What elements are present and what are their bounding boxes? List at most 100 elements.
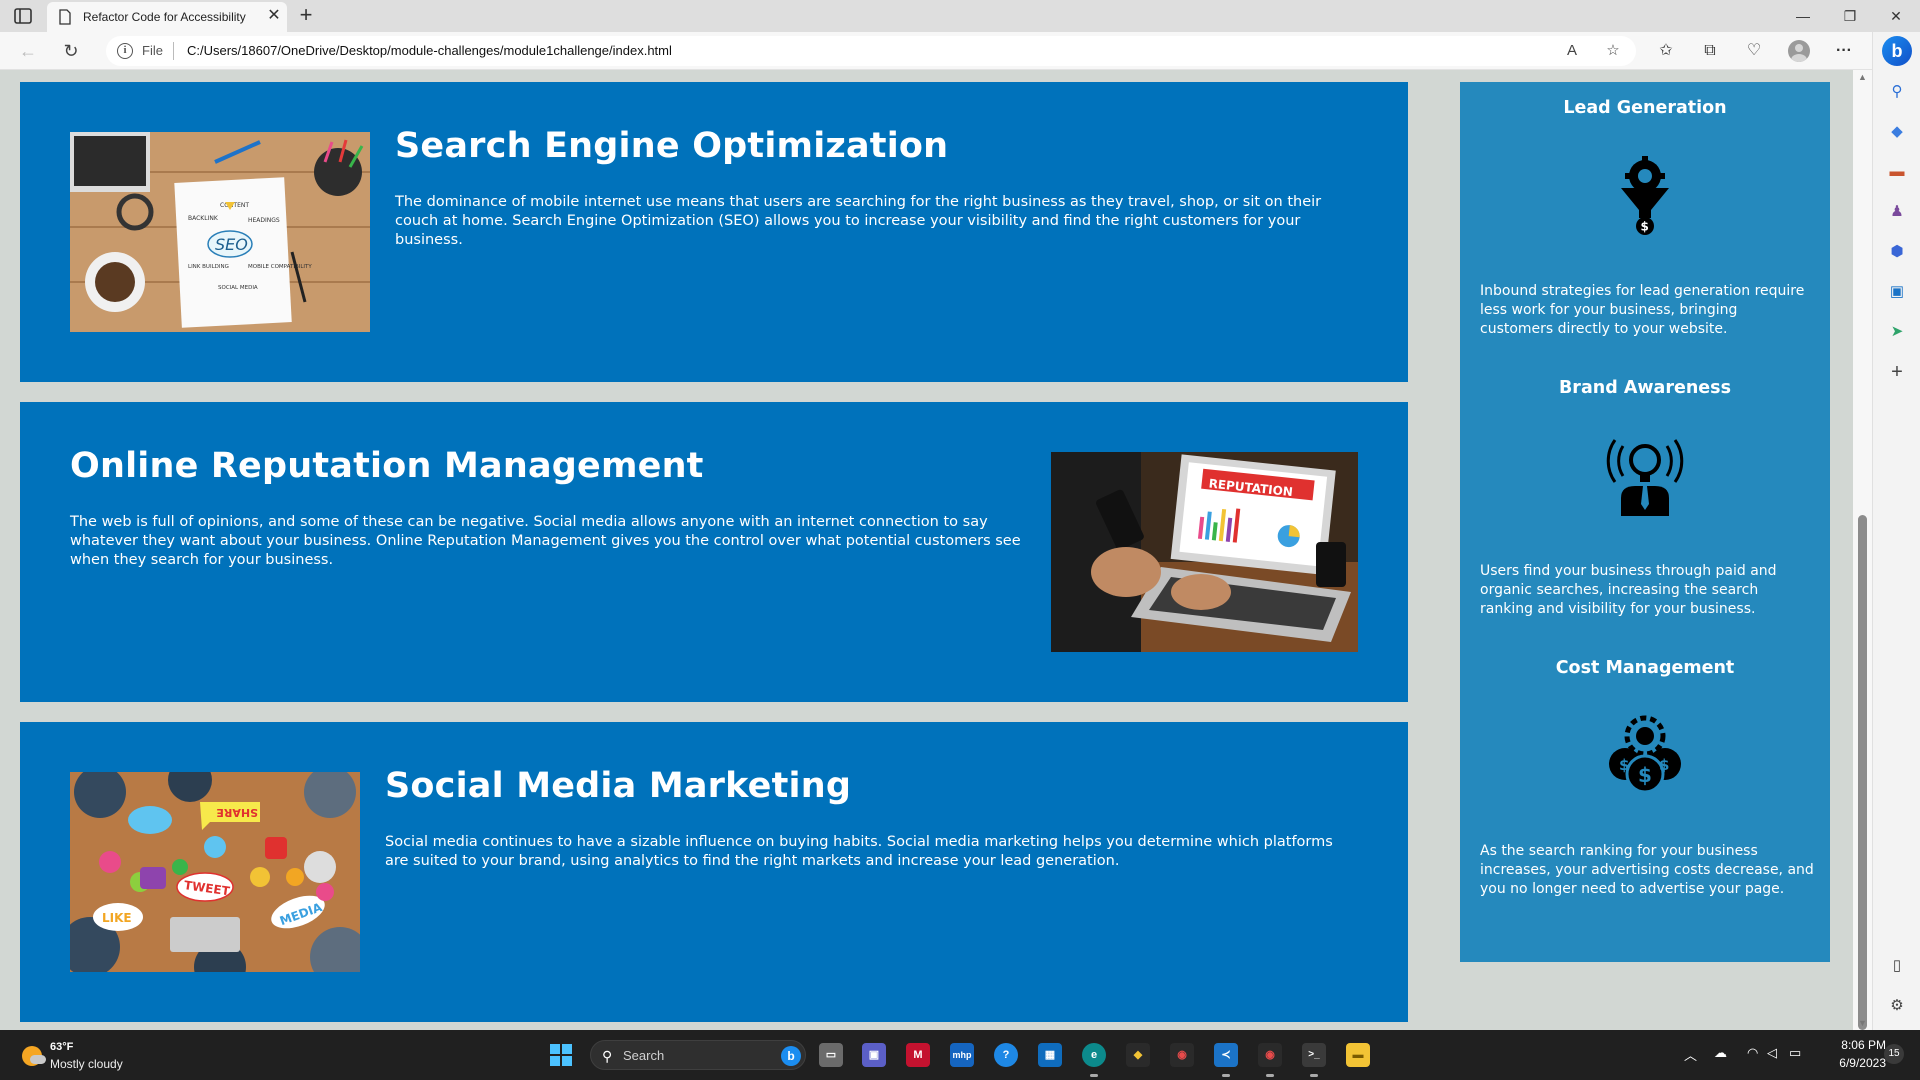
browser-essentials-icon[interactable]: ♡ bbox=[1743, 40, 1765, 62]
add-sidebar-app-icon[interactable]: + bbox=[1885, 360, 1909, 384]
social-media-heading: Social Media Marketing bbox=[385, 766, 852, 806]
svg-text:$: $ bbox=[1638, 763, 1652, 787]
restore-button[interactable]: ❐ bbox=[1830, 4, 1870, 28]
minimize-button[interactable]: — bbox=[1783, 4, 1823, 28]
svg-text:$: $ bbox=[1659, 756, 1669, 774]
social-media-text: Social media continues to have a sizable… bbox=[385, 834, 1333, 869]
new-tab-button[interactable]: + bbox=[295, 3, 317, 27]
seo-text: The dominance of mobile internet use mea… bbox=[395, 194, 1322, 248]
sourcetree-icon[interactable]: ◆ bbox=[1126, 1043, 1150, 1067]
tab-title: Refactor Code for Accessibility bbox=[83, 10, 246, 24]
weather-cloud-icon[interactable] bbox=[22, 1046, 46, 1066]
mhp-app-icon[interactable]: mhp bbox=[950, 1043, 974, 1067]
seo-image-word: HEADINGS bbox=[248, 217, 280, 224]
read-aloud-icon[interactable]: A bbox=[1562, 41, 1582, 61]
favorites-icon[interactable]: ✩ bbox=[1655, 40, 1677, 62]
taskbar-search-box[interactable]: ⚲ Search b bbox=[590, 1040, 806, 1070]
address-toolbar: ← ↻ i File C:/Users/18607/OneDrive/Deskt… bbox=[0, 32, 1920, 70]
clock-time[interactable]: 8:06 PM bbox=[1830, 1038, 1886, 1052]
url-scheme: File bbox=[142, 43, 163, 58]
benefit-lead-generation: Lead Generation $ Inbound strategies for… bbox=[1460, 82, 1830, 362]
info-icon[interactable]: i bbox=[117, 43, 133, 59]
outlook-icon[interactable]: ▣ bbox=[1885, 280, 1909, 304]
vscode-icon[interactable]: ≺ bbox=[1214, 1043, 1238, 1077]
hide-sidebar-icon[interactable]: ▯ bbox=[1885, 954, 1909, 978]
tab-actions-icon[interactable] bbox=[12, 7, 34, 25]
sidebar-settings-icon[interactable]: ⚙ bbox=[1885, 994, 1909, 1018]
edge-browser-icon[interactable]: e bbox=[1082, 1043, 1106, 1077]
show-hidden-icons-icon[interactable]: ︿ bbox=[1684, 1045, 1697, 1064]
seo-image-word: SEO bbox=[215, 235, 248, 254]
benefit-brand-awareness: Brand Awareness Users find your business… bbox=[1460, 362, 1830, 642]
page-viewport: CONTENT BACKLINK HEADINGS SEO LINK BUILD… bbox=[0, 70, 1853, 1030]
notification-badge[interactable]: 15 bbox=[1884, 1044, 1904, 1064]
lead-funnel-icon: $ bbox=[1605, 152, 1685, 237]
scroll-up-arrow-icon[interactable]: ▲ bbox=[1857, 72, 1868, 82]
browser-tab[interactable]: Refactor Code for Accessibility ✕ bbox=[47, 2, 287, 32]
store-icon[interactable]: ▦ bbox=[1038, 1043, 1062, 1067]
chrome-icon[interactable]: ◉ bbox=[1258, 1043, 1282, 1077]
seo-image-word: SOCIAL MEDIA bbox=[218, 285, 258, 291]
windows-taskbar: 63°F Mostly cloudy ⚲ Search b ▭ ▣ M mhp … bbox=[0, 1030, 1920, 1080]
social-image-word: SHARE bbox=[216, 806, 258, 819]
seo-image-word: LINK BUILDING bbox=[188, 264, 229, 270]
seo-section: CONTENT BACKLINK HEADINGS SEO LINK BUILD… bbox=[20, 82, 1408, 382]
office-icon[interactable]: ⬢ bbox=[1885, 240, 1909, 264]
seo-image-word: CONTENT bbox=[220, 202, 249, 209]
profile-avatar[interactable] bbox=[1788, 40, 1810, 62]
benefit-title: Cost Management bbox=[1555, 658, 1735, 678]
clock-date[interactable]: 6/9/2023 bbox=[1822, 1056, 1886, 1070]
scroll-thumb[interactable] bbox=[1858, 515, 1867, 1030]
reputation-text: The web is full of opinions, and some of… bbox=[70, 514, 1021, 568]
battery-icon[interactable]: ▭ bbox=[1789, 1045, 1801, 1061]
page-scrollbar[interactable]: ▲ ▼ bbox=[1853, 70, 1872, 1030]
svg-text:$: $ bbox=[1619, 756, 1629, 774]
social-image-word: LIKE bbox=[102, 911, 132, 925]
weather-description[interactable]: Mostly cloudy bbox=[50, 1057, 123, 1071]
page-icon bbox=[59, 9, 71, 25]
seo-heading: Search Engine Optimization bbox=[395, 126, 949, 166]
bing-icon: b bbox=[781, 1046, 801, 1066]
bing-chat-icon[interactable]: b bbox=[1882, 36, 1912, 66]
games-icon[interactable]: ♟ bbox=[1885, 200, 1909, 224]
mcafee-icon[interactable]: M bbox=[906, 1043, 930, 1067]
reputation-image: REPUTATION bbox=[1051, 452, 1358, 652]
scroll-down-arrow-icon[interactable]: ▼ bbox=[1857, 1018, 1868, 1028]
favorite-star-icon[interactable]: ☆ bbox=[1603, 41, 1623, 61]
file-explorer-icon[interactable]: ▬ bbox=[1346, 1043, 1370, 1067]
benefit-text: Inbound strategies for lead generation r… bbox=[1480, 283, 1805, 337]
teams-chat-icon[interactable]: ▣ bbox=[862, 1043, 886, 1067]
wifi-icon[interactable]: ◠ bbox=[1747, 1045, 1758, 1061]
help-icon[interactable]: ? bbox=[994, 1043, 1018, 1067]
reputation-heading: Online Reputation Management bbox=[70, 446, 704, 486]
chrome-dev-icon[interactable]: ◉ bbox=[1170, 1043, 1194, 1067]
close-tab-icon[interactable]: ✕ bbox=[265, 6, 283, 26]
onedrive-cloud-icon[interactable]: ☁ bbox=[1714, 1045, 1727, 1061]
reputation-section: Online Reputation Management The web is … bbox=[20, 402, 1408, 702]
send-icon[interactable]: ➤ bbox=[1885, 320, 1909, 344]
start-button[interactable] bbox=[550, 1044, 572, 1066]
address-bar[interactable]: i File C:/Users/18607/OneDrive/Desktop/m… bbox=[106, 36, 1636, 66]
seo-image: CONTENT BACKLINK HEADINGS SEO LINK BUILD… bbox=[70, 132, 370, 332]
benefit-cost-management: Cost Management $ $ $ As the search rank… bbox=[1460, 642, 1830, 922]
close-window-button[interactable]: ✕ bbox=[1876, 4, 1916, 28]
more-menu-icon[interactable]: ··· bbox=[1833, 40, 1855, 62]
benefit-title: Brand Awareness bbox=[1558, 378, 1732, 398]
refresh-button[interactable]: ↻ bbox=[59, 39, 83, 63]
back-button[interactable]: ← bbox=[16, 39, 40, 63]
tab-bar: Refactor Code for Accessibility ✕ + — ❐ … bbox=[0, 0, 1920, 32]
volume-icon[interactable]: ◁ bbox=[1767, 1045, 1777, 1061]
search-icon[interactable]: ⚲ bbox=[1885, 80, 1909, 104]
benefits-panel: Lead Generation $ Inbound strategies for… bbox=[1460, 82, 1830, 962]
cost-coins-icon: $ $ $ bbox=[1605, 712, 1685, 797]
task-view-icon[interactable]: ▭ bbox=[819, 1043, 843, 1067]
weather-temperature[interactable]: 63°F bbox=[50, 1041, 73, 1053]
url-text[interactable]: C:/Users/18607/OneDrive/Desktop/module-c… bbox=[187, 43, 672, 58]
shopping-tag-icon[interactable]: ◆ bbox=[1885, 120, 1909, 144]
collections-icon[interactable]: ⧉ bbox=[1699, 40, 1721, 62]
seo-image-word: MOBILE COMPATIBILITY bbox=[248, 264, 312, 270]
terminal-icon[interactable]: >_ bbox=[1302, 1043, 1326, 1077]
tools-briefcase-icon[interactable]: ▬ bbox=[1885, 160, 1909, 184]
social-media-image: SHARE TWEET LIKE MEDIA bbox=[70, 772, 360, 972]
brand-lightbulb-icon bbox=[1605, 432, 1685, 517]
